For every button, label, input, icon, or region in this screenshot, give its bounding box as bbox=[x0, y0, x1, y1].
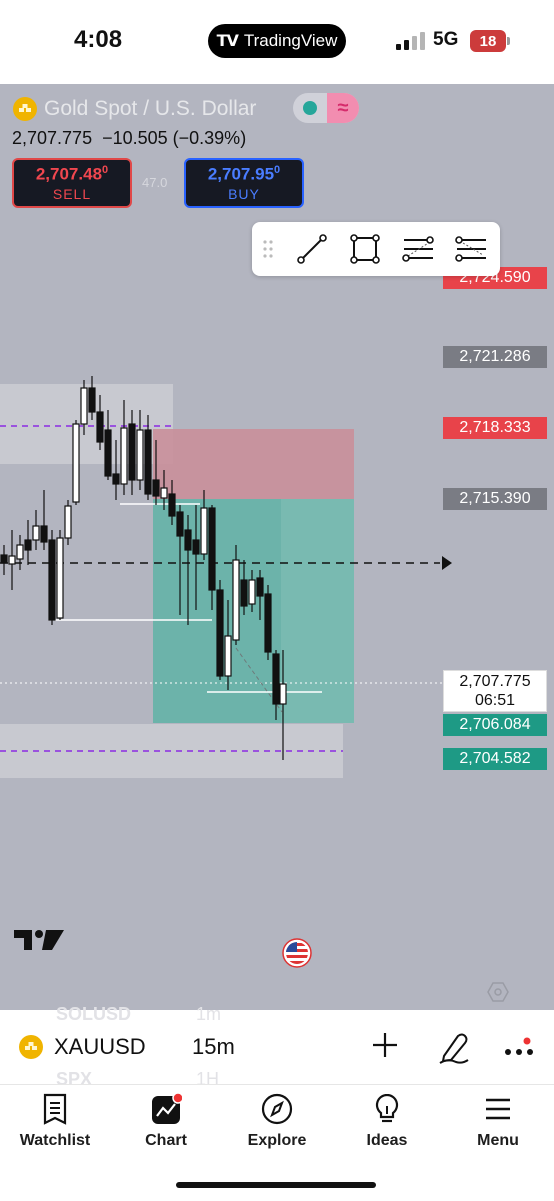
symbol-title: Gold Spot / U.S. Dollar bbox=[44, 97, 257, 120]
current-price-value: 2,707.775 bbox=[459, 673, 531, 690]
more-icon[interactable] bbox=[503, 1036, 535, 1060]
drag-handle-icon[interactable] bbox=[262, 239, 274, 259]
drawing-toolbar bbox=[252, 222, 500, 276]
sell-label: SELL bbox=[52, 186, 92, 203]
tab-label: Ideas bbox=[366, 1132, 408, 1149]
network-type: 5G bbox=[433, 29, 459, 50]
wave-icon: ≈ bbox=[327, 93, 359, 123]
buy-price: 2,707.95 bbox=[207, 164, 275, 184]
interval-selector[interactable]: 15m bbox=[192, 1034, 235, 1060]
market-open-icon bbox=[303, 101, 317, 115]
symbol-header[interactable]: Gold Spot / U.S. Dollar bbox=[12, 96, 256, 122]
tab-menu[interactable]: Menu bbox=[448, 1092, 548, 1150]
stop-loss-zone bbox=[153, 429, 354, 499]
drawing-pen-icon[interactable] bbox=[438, 1030, 470, 1064]
tradingview-watermark-icon bbox=[14, 930, 64, 950]
price-change-line: 2,707.775 −10.505 (−0.39%) bbox=[12, 128, 247, 148]
price-label-4: 2,715.390 bbox=[443, 488, 547, 510]
bar-countdown: 06:51 bbox=[474, 692, 516, 709]
spread-value: 47.0 bbox=[142, 175, 168, 190]
position-tool-icon[interactable] bbox=[453, 233, 489, 265]
tab-label: Watchlist bbox=[19, 1132, 91, 1149]
sell-price-fraction: 0 bbox=[102, 163, 109, 176]
current-price-tag: 2,707.775 06:51 bbox=[443, 670, 547, 712]
add-icon[interactable] bbox=[370, 1030, 400, 1060]
tab-explore[interactable]: Explore bbox=[227, 1092, 327, 1150]
price-label-3: 2,718.333 bbox=[443, 417, 547, 439]
battery-icon: 18 bbox=[470, 30, 506, 52]
buy-price-fraction: 0 bbox=[274, 163, 281, 176]
app-name: TradingView bbox=[243, 31, 338, 50]
tab-watchlist[interactable]: Watchlist bbox=[5, 1092, 105, 1150]
tab-ideas[interactable]: Ideas bbox=[337, 1092, 437, 1150]
price-label-2: 2,721.286 bbox=[443, 346, 547, 368]
tab-label: Explore bbox=[247, 1132, 307, 1149]
buy-button[interactable]: 2,707.950 BUY bbox=[184, 158, 304, 208]
gold-coin-icon bbox=[13, 97, 37, 121]
app-indicator-pill[interactable]: 𝗧𝗩 TradingView bbox=[208, 24, 346, 58]
market-status-toggle[interactable]: ≈ bbox=[293, 93, 359, 123]
signal-icon bbox=[396, 32, 425, 50]
status-time: 4:08 bbox=[74, 26, 123, 53]
us-flag-icon[interactable] bbox=[282, 938, 312, 968]
tab-label: Menu bbox=[477, 1132, 519, 1149]
tradingview-logo-icon: 𝗧𝗩 bbox=[216, 33, 239, 50]
tab-chart[interactable]: Chart bbox=[116, 1092, 216, 1150]
take-profit-zone-extension bbox=[281, 499, 354, 723]
sell-price: 2,707.48 bbox=[35, 164, 103, 184]
ghost-symbol-above: SOLUSD bbox=[56, 1004, 132, 1024]
rectangle-icon[interactable] bbox=[349, 233, 381, 265]
ghost-interval-above: 1m bbox=[196, 1004, 222, 1024]
battery-tip bbox=[507, 37, 510, 45]
tab-label: Chart bbox=[145, 1132, 187, 1149]
chart-settings-icon[interactable] bbox=[486, 980, 510, 1004]
price-label-6: 2,704.582 bbox=[443, 748, 547, 770]
price-label-5: 2,706.084 bbox=[443, 714, 547, 736]
lightbulb-icon bbox=[375, 1093, 399, 1123]
fib-retracement-icon[interactable] bbox=[400, 233, 436, 265]
ray-arrow-icon bbox=[442, 556, 452, 570]
watchlist-icon bbox=[43, 1093, 67, 1125]
chart-icon bbox=[152, 1092, 182, 1124]
gold-coin-icon bbox=[19, 1035, 43, 1059]
menu-icon bbox=[486, 1098, 510, 1120]
sell-button[interactable]: 2,707.480 SELL bbox=[12, 158, 132, 208]
buy-label: BUY bbox=[228, 186, 260, 203]
symbol-selector[interactable]: XAUUSD bbox=[54, 1034, 146, 1060]
trend-line-icon[interactable] bbox=[296, 233, 328, 265]
home-indicator bbox=[176, 1182, 376, 1188]
compass-icon bbox=[261, 1093, 293, 1125]
